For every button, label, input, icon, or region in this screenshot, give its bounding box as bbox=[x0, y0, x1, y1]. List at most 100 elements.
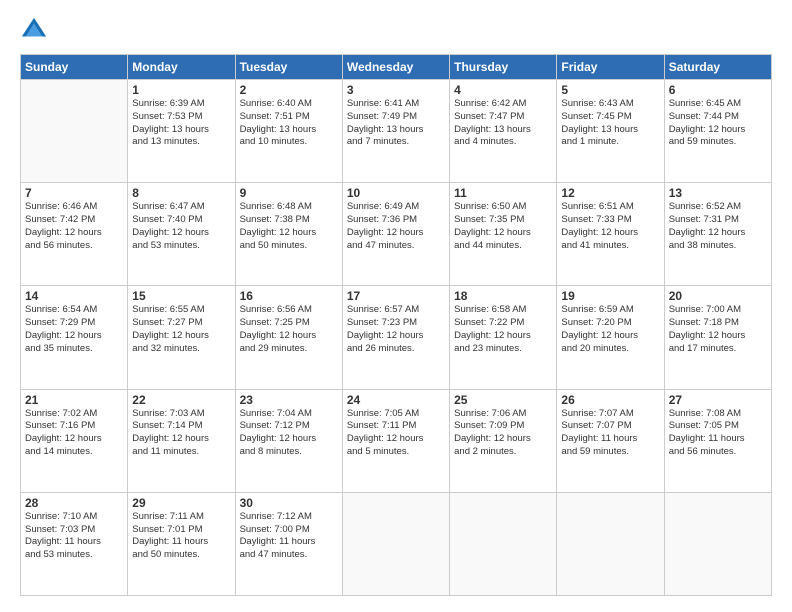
day-number: 12 bbox=[561, 186, 659, 200]
day-info: Sunrise: 6:42 AMSunset: 7:47 PMDaylight:… bbox=[454, 98, 552, 149]
calendar-cell: 13Sunrise: 6:52 AMSunset: 7:31 PMDayligh… bbox=[664, 183, 771, 286]
weekday-header-thursday: Thursday bbox=[450, 55, 557, 80]
calendar-cell: 8Sunrise: 6:47 AMSunset: 7:40 PMDaylight… bbox=[128, 183, 235, 286]
day-info: Sunrise: 6:57 AMSunset: 7:23 PMDaylight:… bbox=[347, 304, 445, 355]
day-info: Sunrise: 6:59 AMSunset: 7:20 PMDaylight:… bbox=[561, 304, 659, 355]
weekday-header-sunday: Sunday bbox=[21, 55, 128, 80]
day-info: Sunrise: 6:39 AMSunset: 7:53 PMDaylight:… bbox=[132, 98, 230, 149]
day-info: Sunrise: 7:03 AMSunset: 7:14 PMDaylight:… bbox=[132, 408, 230, 459]
day-number: 8 bbox=[132, 186, 230, 200]
day-info: Sunrise: 7:04 AMSunset: 7:12 PMDaylight:… bbox=[240, 408, 338, 459]
day-number: 20 bbox=[669, 289, 767, 303]
day-info: Sunrise: 6:49 AMSunset: 7:36 PMDaylight:… bbox=[347, 201, 445, 252]
day-info: Sunrise: 7:07 AMSunset: 7:07 PMDaylight:… bbox=[561, 408, 659, 459]
calendar-cell: 4Sunrise: 6:42 AMSunset: 7:47 PMDaylight… bbox=[450, 80, 557, 183]
calendar-cell: 1Sunrise: 6:39 AMSunset: 7:53 PMDaylight… bbox=[128, 80, 235, 183]
day-info: Sunrise: 6:54 AMSunset: 7:29 PMDaylight:… bbox=[25, 304, 123, 355]
calendar-cell: 18Sunrise: 6:58 AMSunset: 7:22 PMDayligh… bbox=[450, 286, 557, 389]
day-number: 14 bbox=[25, 289, 123, 303]
calendar-cell: 23Sunrise: 7:04 AMSunset: 7:12 PMDayligh… bbox=[235, 389, 342, 492]
calendar-table: SundayMondayTuesdayWednesdayThursdayFrid… bbox=[20, 54, 772, 596]
day-info: Sunrise: 6:52 AMSunset: 7:31 PMDaylight:… bbox=[669, 201, 767, 252]
day-number: 24 bbox=[347, 393, 445, 407]
day-number: 19 bbox=[561, 289, 659, 303]
day-info: Sunrise: 7:00 AMSunset: 7:18 PMDaylight:… bbox=[669, 304, 767, 355]
day-info: Sunrise: 6:48 AMSunset: 7:38 PMDaylight:… bbox=[240, 201, 338, 252]
calendar-cell: 16Sunrise: 6:56 AMSunset: 7:25 PMDayligh… bbox=[235, 286, 342, 389]
day-number: 29 bbox=[132, 496, 230, 510]
calendar-cell: 5Sunrise: 6:43 AMSunset: 7:45 PMDaylight… bbox=[557, 80, 664, 183]
calendar-cell: 10Sunrise: 6:49 AMSunset: 7:36 PMDayligh… bbox=[342, 183, 449, 286]
calendar-cell: 22Sunrise: 7:03 AMSunset: 7:14 PMDayligh… bbox=[128, 389, 235, 492]
weekday-header-saturday: Saturday bbox=[664, 55, 771, 80]
day-number: 22 bbox=[132, 393, 230, 407]
day-number: 11 bbox=[454, 186, 552, 200]
calendar-cell: 27Sunrise: 7:08 AMSunset: 7:05 PMDayligh… bbox=[664, 389, 771, 492]
day-number: 28 bbox=[25, 496, 123, 510]
day-info: Sunrise: 7:08 AMSunset: 7:05 PMDaylight:… bbox=[669, 408, 767, 459]
weekday-header-monday: Monday bbox=[128, 55, 235, 80]
weekday-header-wednesday: Wednesday bbox=[342, 55, 449, 80]
day-number: 23 bbox=[240, 393, 338, 407]
day-info: Sunrise: 6:41 AMSunset: 7:49 PMDaylight:… bbox=[347, 98, 445, 149]
day-number: 4 bbox=[454, 83, 552, 97]
day-number: 15 bbox=[132, 289, 230, 303]
day-number: 27 bbox=[669, 393, 767, 407]
calendar-week-3: 14Sunrise: 6:54 AMSunset: 7:29 PMDayligh… bbox=[21, 286, 772, 389]
day-info: Sunrise: 6:58 AMSunset: 7:22 PMDaylight:… bbox=[454, 304, 552, 355]
calendar-cell: 3Sunrise: 6:41 AMSunset: 7:49 PMDaylight… bbox=[342, 80, 449, 183]
header bbox=[20, 16, 772, 44]
calendar-cell: 19Sunrise: 6:59 AMSunset: 7:20 PMDayligh… bbox=[557, 286, 664, 389]
day-info: Sunrise: 7:05 AMSunset: 7:11 PMDaylight:… bbox=[347, 408, 445, 459]
day-info: Sunrise: 6:43 AMSunset: 7:45 PMDaylight:… bbox=[561, 98, 659, 149]
day-number: 13 bbox=[669, 186, 767, 200]
day-number: 17 bbox=[347, 289, 445, 303]
day-info: Sunrise: 6:55 AMSunset: 7:27 PMDaylight:… bbox=[132, 304, 230, 355]
calendar-cell: 20Sunrise: 7:00 AMSunset: 7:18 PMDayligh… bbox=[664, 286, 771, 389]
calendar-week-5: 28Sunrise: 7:10 AMSunset: 7:03 PMDayligh… bbox=[21, 492, 772, 595]
day-info: Sunrise: 7:12 AMSunset: 7:00 PMDaylight:… bbox=[240, 511, 338, 562]
calendar-week-4: 21Sunrise: 7:02 AMSunset: 7:16 PMDayligh… bbox=[21, 389, 772, 492]
day-info: Sunrise: 6:47 AMSunset: 7:40 PMDaylight:… bbox=[132, 201, 230, 252]
calendar-cell: 24Sunrise: 7:05 AMSunset: 7:11 PMDayligh… bbox=[342, 389, 449, 492]
day-info: Sunrise: 6:40 AMSunset: 7:51 PMDaylight:… bbox=[240, 98, 338, 149]
calendar-cell: 21Sunrise: 7:02 AMSunset: 7:16 PMDayligh… bbox=[21, 389, 128, 492]
day-number: 30 bbox=[240, 496, 338, 510]
calendar-cell: 30Sunrise: 7:12 AMSunset: 7:00 PMDayligh… bbox=[235, 492, 342, 595]
calendar-cell: 14Sunrise: 6:54 AMSunset: 7:29 PMDayligh… bbox=[21, 286, 128, 389]
calendar-cell bbox=[664, 492, 771, 595]
day-info: Sunrise: 7:10 AMSunset: 7:03 PMDaylight:… bbox=[25, 511, 123, 562]
weekday-header-row: SundayMondayTuesdayWednesdayThursdayFrid… bbox=[21, 55, 772, 80]
calendar-cell: 28Sunrise: 7:10 AMSunset: 7:03 PMDayligh… bbox=[21, 492, 128, 595]
day-number: 26 bbox=[561, 393, 659, 407]
calendar-cell: 29Sunrise: 7:11 AMSunset: 7:01 PMDayligh… bbox=[128, 492, 235, 595]
calendar-cell: 6Sunrise: 6:45 AMSunset: 7:44 PMDaylight… bbox=[664, 80, 771, 183]
day-info: Sunrise: 7:02 AMSunset: 7:16 PMDaylight:… bbox=[25, 408, 123, 459]
day-number: 18 bbox=[454, 289, 552, 303]
day-info: Sunrise: 7:11 AMSunset: 7:01 PMDaylight:… bbox=[132, 511, 230, 562]
calendar-cell bbox=[557, 492, 664, 595]
day-info: Sunrise: 7:06 AMSunset: 7:09 PMDaylight:… bbox=[454, 408, 552, 459]
weekday-header-tuesday: Tuesday bbox=[235, 55, 342, 80]
calendar-cell bbox=[21, 80, 128, 183]
weekday-header-friday: Friday bbox=[557, 55, 664, 80]
calendar-cell bbox=[342, 492, 449, 595]
day-number: 16 bbox=[240, 289, 338, 303]
calendar-cell: 15Sunrise: 6:55 AMSunset: 7:27 PMDayligh… bbox=[128, 286, 235, 389]
day-number: 10 bbox=[347, 186, 445, 200]
calendar-cell: 12Sunrise: 6:51 AMSunset: 7:33 PMDayligh… bbox=[557, 183, 664, 286]
day-number: 9 bbox=[240, 186, 338, 200]
day-info: Sunrise: 6:50 AMSunset: 7:35 PMDaylight:… bbox=[454, 201, 552, 252]
day-number: 3 bbox=[347, 83, 445, 97]
calendar-cell: 11Sunrise: 6:50 AMSunset: 7:35 PMDayligh… bbox=[450, 183, 557, 286]
day-number: 1 bbox=[132, 83, 230, 97]
calendar-cell: 17Sunrise: 6:57 AMSunset: 7:23 PMDayligh… bbox=[342, 286, 449, 389]
day-info: Sunrise: 6:46 AMSunset: 7:42 PMDaylight:… bbox=[25, 201, 123, 252]
calendar-cell: 26Sunrise: 7:07 AMSunset: 7:07 PMDayligh… bbox=[557, 389, 664, 492]
day-number: 5 bbox=[561, 83, 659, 97]
day-number: 2 bbox=[240, 83, 338, 97]
calendar-cell bbox=[450, 492, 557, 595]
day-info: Sunrise: 6:56 AMSunset: 7:25 PMDaylight:… bbox=[240, 304, 338, 355]
calendar-week-2: 7Sunrise: 6:46 AMSunset: 7:42 PMDaylight… bbox=[21, 183, 772, 286]
day-number: 6 bbox=[669, 83, 767, 97]
